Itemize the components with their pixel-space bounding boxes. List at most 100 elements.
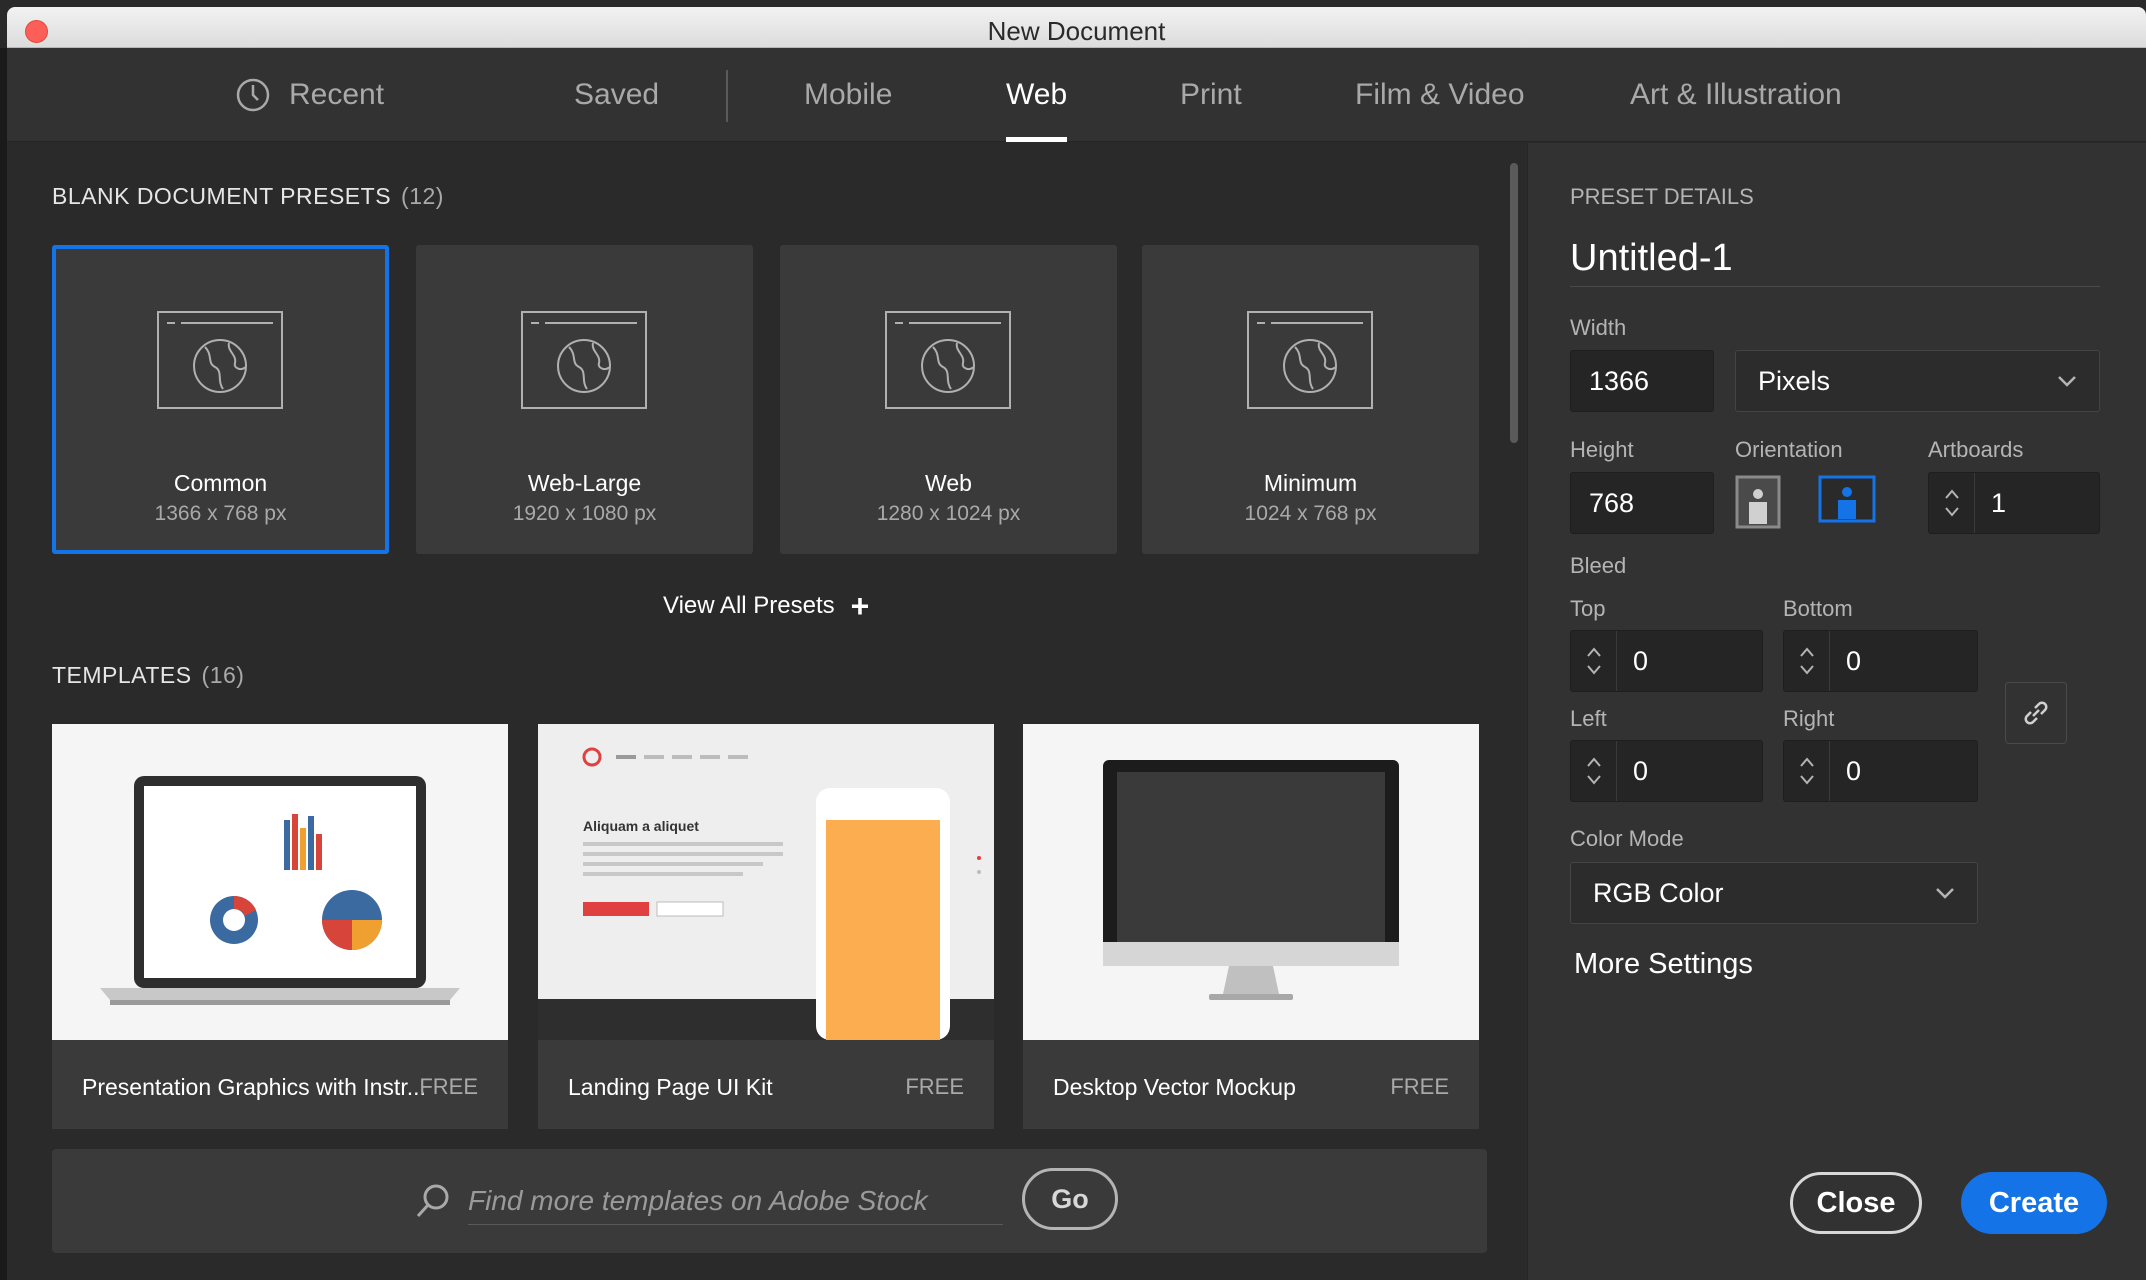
preset-card-web-large[interactable]: Web-Large 1920 x 1080 px <box>416 245 753 554</box>
document-name-field[interactable]: Untitled-1 <box>1570 237 2100 287</box>
tab-art-illustration[interactable]: Art & Illustration <box>1630 48 1842 142</box>
preset-size: 1920 x 1080 px <box>512 502 657 525</box>
chevron-up-icon[interactable] <box>1944 489 1959 499</box>
chevron-down-icon[interactable] <box>1799 775 1814 785</box>
web-document-icon <box>1247 311 1373 409</box>
preset-name: Common <box>173 470 268 496</box>
create-button[interactable]: Create <box>1961 1172 2107 1234</box>
stock-search-bar: Go <box>52 1149 1487 1253</box>
preset-details-header: PRESET DETAILS <box>1570 184 1754 209</box>
portrait-orientation-icon[interactable] <box>1735 475 1781 529</box>
template-name: Landing Page UI Kit <box>568 1074 773 1100</box>
artboards-label: Artboards <box>1928 437 2024 462</box>
templates-count: (16) <box>201 662 245 688</box>
plus-icon: + <box>850 588 870 624</box>
templates-heading: TEMPLATES (16) <box>52 662 244 689</box>
title-bar: New Document <box>7 7 2146 48</box>
presets-panel: BLANK DOCUMENT PRESETS (12) Common 1366 x… <box>7 143 1523 1280</box>
template-price: FREE <box>419 1074 478 1099</box>
preset-name: Web-Large <box>527 470 642 496</box>
chevron-up-icon[interactable] <box>1586 647 1601 657</box>
link-bleed-button[interactable] <box>2005 682 2067 744</box>
tab-label: Art & Illustration <box>1630 78 1842 111</box>
landing-page-illustration <box>538 724 994 1040</box>
orientation-label: Orientation <box>1735 437 1843 462</box>
bleed-label: Bleed <box>1570 553 1627 578</box>
template-card-landing-page[interactable]: Aliquam a aliquet Landing Page UI Kit FR… <box>538 724 994 1129</box>
preset-card-common[interactable]: Common 1366 x 768 px <box>52 245 389 554</box>
templates-heading-text: TEMPLATES <box>52 662 192 688</box>
bleed-right-stepper[interactable]: 0 <box>1783 740 1978 802</box>
template-price: FREE <box>905 1074 964 1099</box>
color-mode-value: RGB Color <box>1593 877 1724 908</box>
landscape-orientation-icon[interactable] <box>1818 475 1876 523</box>
tab-mobile[interactable]: Mobile <box>804 48 892 142</box>
tab-web[interactable]: Web <box>1006 48 1068 142</box>
tab-separator <box>726 70 728 122</box>
tab-saved[interactable]: Saved <box>574 48 659 142</box>
template-thumbnail <box>52 724 508 1040</box>
preset-name: Minimum <box>1263 470 1358 496</box>
template-price: FREE <box>1390 1074 1449 1099</box>
chevron-down-icon <box>1936 888 1954 899</box>
artboards-value: 1 <box>1991 487 2007 518</box>
bleed-left-label: Left <box>1570 706 1607 731</box>
chevron-down-icon <box>2058 376 2076 387</box>
stepper-arrows[interactable] <box>1784 631 1830 691</box>
chevron-down-icon[interactable] <box>1586 775 1601 785</box>
color-mode-label: Color Mode <box>1570 826 1684 851</box>
template-card-desktop-mockup[interactable]: Desktop Vector Mockup FREE <box>1023 724 1479 1129</box>
tab-label: Web <box>1006 78 1068 111</box>
chevron-up-icon[interactable] <box>1586 757 1601 767</box>
artboards-stepper[interactable]: 1 <box>1928 472 2100 534</box>
preset-name: Web <box>925 470 972 496</box>
width-label: Width <box>1570 315 1627 340</box>
tab-label: Print <box>1180 78 1242 111</box>
view-all-presets-button[interactable]: View All Presets + <box>663 590 869 622</box>
chevron-up-icon[interactable] <box>1799 647 1814 657</box>
width-input[interactable]: 1366 <box>1570 350 1714 412</box>
bleed-top-stepper[interactable]: 0 <box>1570 630 1763 692</box>
presets-count: (12) <box>401 183 444 209</box>
stepper-arrows[interactable] <box>1571 631 1617 691</box>
preset-card-minimum[interactable]: Minimum 1024 x 768 px <box>1142 245 1479 554</box>
desktop-monitor-illustration <box>1103 760 1399 1000</box>
bleed-top-value: 0 <box>1633 645 1649 676</box>
stock-search-input[interactable] <box>468 1177 1003 1225</box>
bleed-bottom-stepper[interactable]: 0 <box>1783 630 1978 692</box>
units-select[interactable]: Pixels <box>1735 350 2100 412</box>
height-input[interactable]: 768 <box>1570 472 1714 534</box>
view-all-label: View All Presets <box>663 592 835 619</box>
chevron-up-icon[interactable] <box>1799 757 1814 767</box>
stepper-arrows[interactable] <box>1784 741 1830 801</box>
stepper-arrows[interactable] <box>1571 741 1617 801</box>
chevron-down-icon[interactable] <box>1944 507 1959 517</box>
left-edge <box>0 48 7 1280</box>
units-value: Pixels <box>1758 365 1831 396</box>
stepper-arrows[interactable] <box>1929 473 1975 533</box>
chevron-down-icon[interactable] <box>1799 665 1814 675</box>
scrollbar-thumb[interactable] <box>1510 163 1518 443</box>
close-button[interactable]: Close <box>1790 1172 1922 1234</box>
tab-label: Saved <box>574 78 660 111</box>
laptop-illustration <box>100 776 460 1005</box>
bleed-left-stepper[interactable]: 0 <box>1570 740 1763 802</box>
preset-card-web[interactable]: Web 1280 x 1024 px <box>780 245 1117 554</box>
tab-recent[interactable]: Recent <box>235 48 384 142</box>
bleed-left-value: 0 <box>1633 755 1649 786</box>
tab-label: Film & Video <box>1355 78 1525 111</box>
go-button[interactable]: Go <box>1022 1168 1118 1230</box>
web-document-icon <box>157 311 283 409</box>
clock-icon <box>236 78 270 112</box>
height-label: Height <box>1570 437 1634 462</box>
color-mode-select[interactable]: RGB Color <box>1570 862 1978 924</box>
tab-film-video[interactable]: Film & Video <box>1355 48 1525 142</box>
template-thumbnail <box>1023 724 1479 1040</box>
template-thumb-heading: Aliquam a aliquet <box>583 818 699 834</box>
link-icon <box>2024 701 2048 725</box>
tab-print[interactable]: Print <box>1180 48 1242 142</box>
template-card-presentation-graphics[interactable]: Presentation Graphics with Instr... FREE <box>52 724 508 1129</box>
scrollbar[interactable] <box>1507 153 1519 1128</box>
more-settings-link[interactable]: More Settings <box>1574 948 1753 981</box>
chevron-down-icon[interactable] <box>1586 665 1601 675</box>
